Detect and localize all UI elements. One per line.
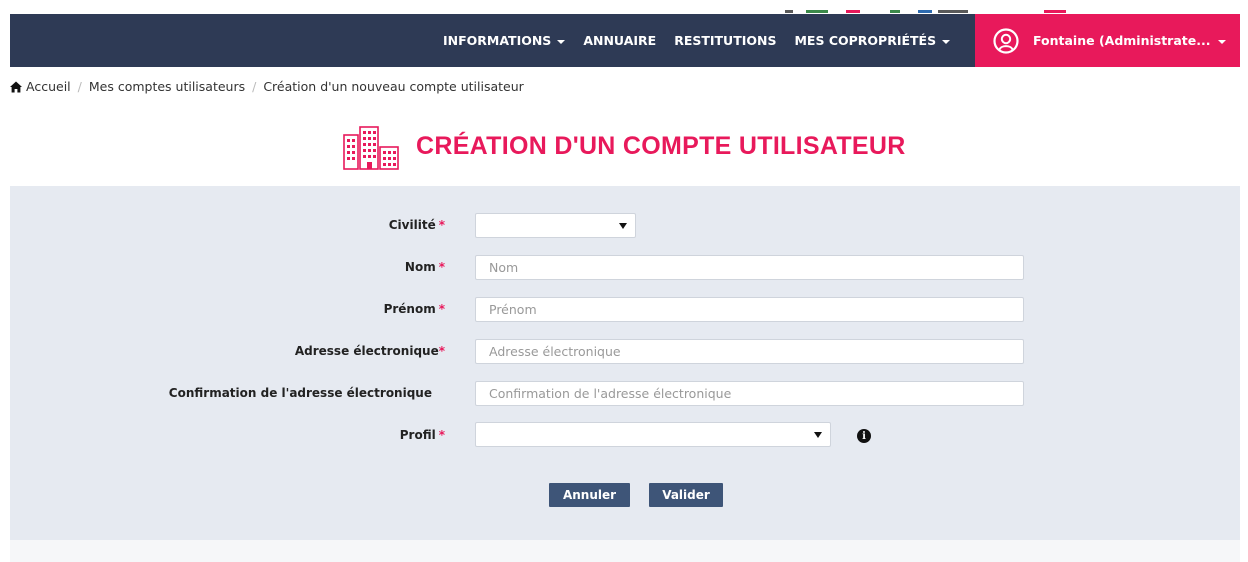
caret-down-icon	[557, 39, 566, 44]
buildings-icon	[343, 126, 399, 170]
info-icon[interactable]: i	[857, 429, 871, 443]
breadcrumb-separator: /	[77, 79, 82, 94]
user-name-label: Fontaine (Administrate...	[1033, 33, 1211, 48]
select-arrow-icon	[619, 223, 627, 229]
breadcrumb-home-link[interactable]: Accueil	[26, 79, 71, 94]
prenom-input[interactable]: Prénom	[475, 297, 1024, 322]
breadcrumb-separator: /	[252, 79, 257, 94]
nom-label: Nom *	[0, 260, 445, 274]
breadcrumb-current: Création d'un nouveau compte utilisateur	[263, 79, 524, 94]
top-decor-strip	[0, 0, 1248, 14]
nav-item-annuaire[interactable]: ANNUAIRE	[583, 33, 656, 48]
email-placeholder: Adresse électronique	[489, 344, 621, 359]
nav-item-label: ANNUAIRE	[583, 33, 657, 48]
profil-label-text: Profil	[399, 428, 436, 442]
nav-item-mes-coproprietes[interactable]: MES COPROPRIÉTÉS	[794, 33, 951, 48]
email-confirm-label-text: Confirmation de l'adresse électronique	[168, 386, 432, 400]
email-confirm-label: Confirmation de l'adresse électronique	[0, 386, 432, 400]
email-confirm-placeholder: Confirmation de l'adresse électronique	[489, 386, 732, 401]
profil-select[interactable]	[475, 422, 831, 447]
home-icon	[10, 81, 22, 92]
email-label: Adresse électronique*	[0, 344, 445, 358]
email-confirm-input[interactable]: Confirmation de l'adresse électronique	[475, 381, 1024, 406]
prenom-label: Prénom *	[0, 302, 445, 316]
civilite-label-text: Civilité	[388, 218, 436, 232]
caret-down-icon	[1218, 39, 1227, 44]
submit-button[interactable]: Valider	[649, 483, 723, 507]
page-header: CRÉATION D'UN COMPTE UTILISATEUR	[0, 123, 1248, 173]
nom-input[interactable]: Nom	[475, 255, 1024, 280]
main-menu: INFORMATIONS ANNUAIRE RESTITUTIONS MES C…	[443, 14, 968, 67]
nom-label-text: Nom	[404, 260, 436, 274]
footer-strip	[10, 540, 1240, 562]
civilite-select[interactable]	[475, 213, 636, 238]
cancel-button[interactable]: Annuler	[549, 483, 630, 507]
nav-item-informations[interactable]: INFORMATIONS	[443, 33, 566, 48]
nav-item-label: RESTITUTIONS	[674, 33, 777, 48]
profil-label: Profil *	[0, 428, 445, 442]
nav-item-label: MES COPROPRIÉTÉS	[794, 33, 937, 48]
user-menu-button[interactable]: Fontaine (Administrate...	[975, 14, 1240, 67]
user-circle-icon	[993, 27, 1019, 54]
caret-down-icon	[942, 39, 951, 44]
prenom-placeholder: Prénom	[489, 302, 537, 317]
required-marker: *	[438, 302, 445, 316]
nav-item-label: INFORMATIONS	[443, 33, 552, 48]
prenom-label-text: Prénom	[383, 302, 436, 316]
nom-placeholder: Nom	[489, 260, 519, 275]
select-arrow-icon	[814, 432, 822, 438]
required-marker: *	[438, 344, 445, 358]
breadcrumb: Accueil / Mes comptes utilisateurs / Cré…	[10, 79, 524, 94]
breadcrumb-accounts-link[interactable]: Mes comptes utilisateurs	[89, 79, 245, 94]
page-title: CRÉATION D'UN COMPTE UTILISATEUR	[416, 132, 906, 160]
top-navbar: INFORMATIONS ANNUAIRE RESTITUTIONS MES C…	[10, 14, 1240, 67]
email-input[interactable]: Adresse électronique	[475, 339, 1024, 364]
civilite-label: Civilité *	[0, 218, 445, 232]
required-marker: *	[438, 260, 445, 274]
nav-item-restitutions[interactable]: RESTITUTIONS	[674, 33, 776, 48]
email-label-text: Adresse électronique	[294, 344, 439, 358]
required-marker: *	[438, 218, 445, 232]
required-marker: *	[438, 428, 445, 442]
